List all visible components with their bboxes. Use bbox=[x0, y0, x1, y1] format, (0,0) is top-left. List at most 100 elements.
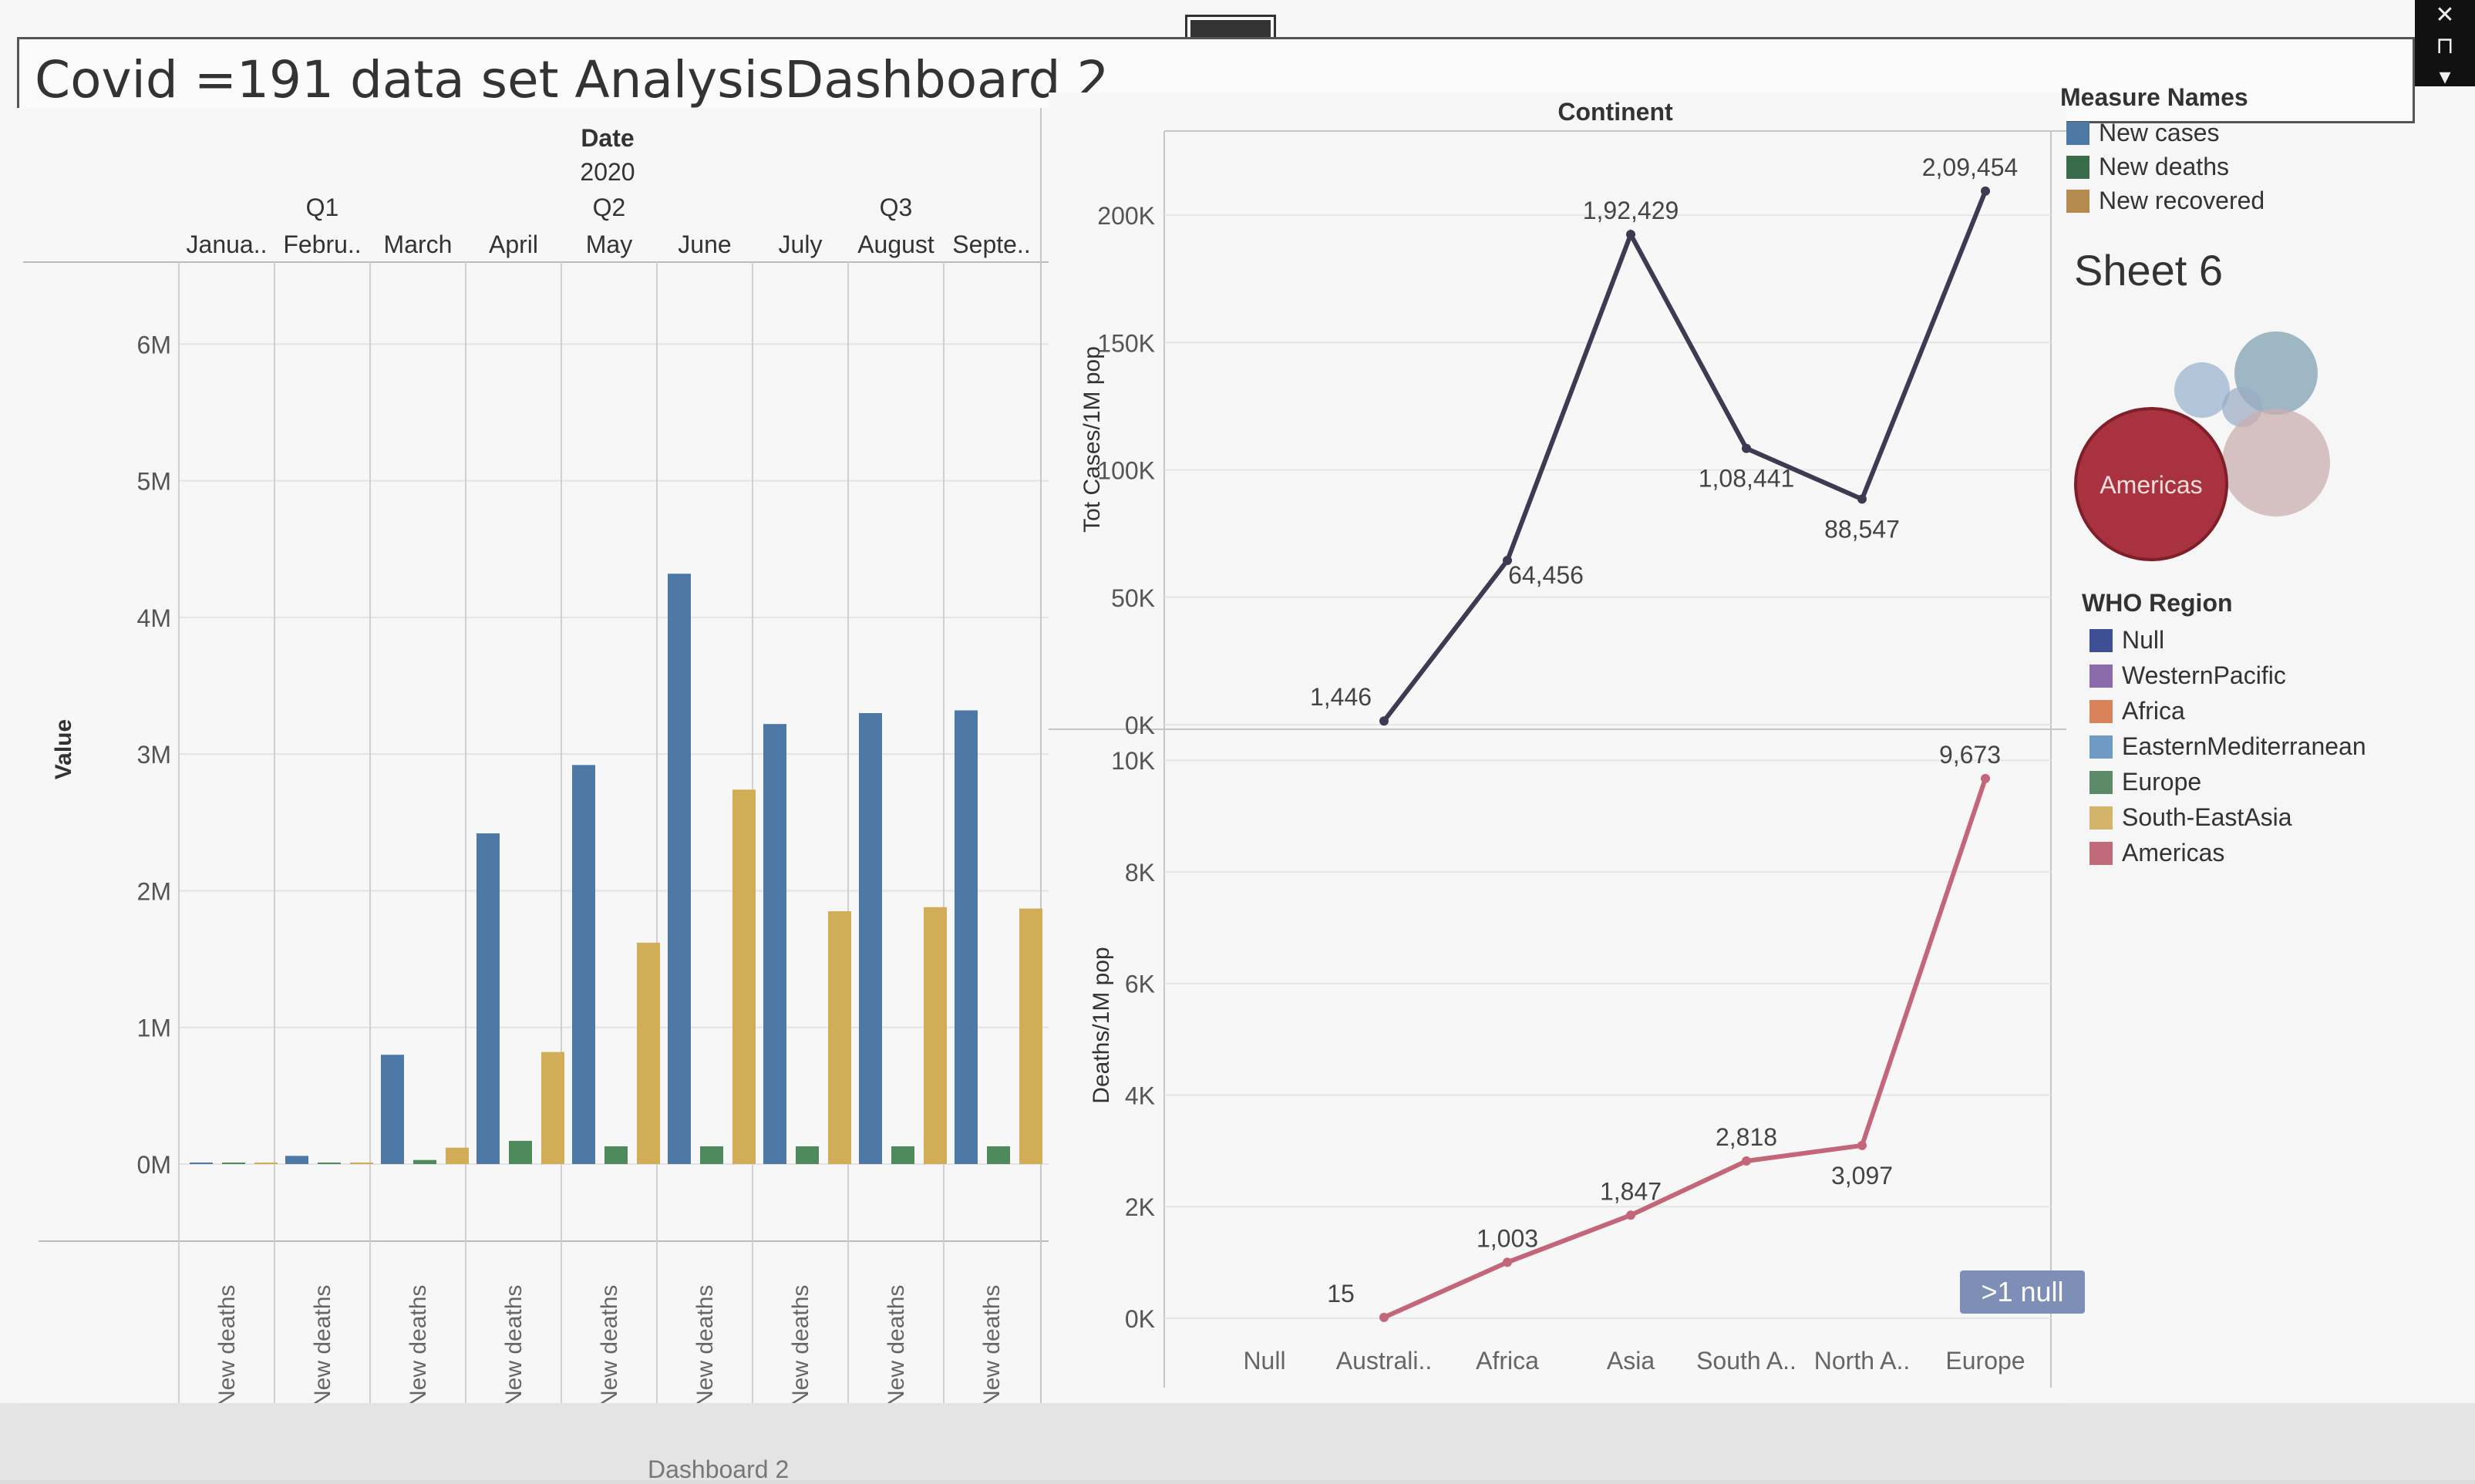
region-swatch[interactable] bbox=[2089, 771, 2113, 794]
bar-new-cases[interactable] bbox=[381, 1055, 404, 1164]
row-label-new-deaths: New deaths bbox=[597, 1285, 622, 1407]
bar-new-recovered[interactable] bbox=[732, 789, 756, 1164]
y-tick-label: 1M bbox=[137, 1015, 171, 1042]
page-title: Covid =191 data set AnalysisDashboard 2 bbox=[35, 50, 1110, 109]
region-swatch[interactable] bbox=[2089, 629, 2113, 652]
deaths-data-label: 3,097 bbox=[1831, 1162, 1893, 1190]
measure-names-title: Measure Names bbox=[2060, 83, 2248, 111]
measure-label[interactable]: New deaths bbox=[2099, 153, 2229, 181]
region-label[interactable]: Americas bbox=[2122, 839, 2224, 867]
region-swatch[interactable] bbox=[2089, 665, 2113, 688]
region-label[interactable]: EasternMediterranean bbox=[2122, 732, 2366, 761]
bar-new-cases[interactable] bbox=[668, 574, 691, 1164]
bubble-westernpacific[interactable] bbox=[2174, 362, 2230, 418]
pin-icon[interactable]: ✕ ⊓ ▾ bbox=[2415, 0, 2475, 89]
row-label-new-deaths: New deaths bbox=[692, 1285, 718, 1407]
bubble-chart: Americas bbox=[2074, 331, 2330, 561]
quarter-header: Q2 bbox=[593, 193, 626, 221]
deaths-y-tick: 0K bbox=[1125, 1305, 1155, 1333]
region-swatch[interactable] bbox=[2089, 735, 2113, 759]
continent-label: Asia bbox=[1607, 1347, 1655, 1375]
region-swatch[interactable] bbox=[2089, 842, 2113, 865]
bar-new-recovered[interactable] bbox=[637, 942, 660, 1164]
deaths-axis-label: Deaths/1M pop bbox=[1089, 947, 1114, 1103]
deaths-point[interactable] bbox=[1379, 1312, 1389, 1322]
cases-point[interactable] bbox=[1981, 186, 1990, 196]
y-tick-label: 5M bbox=[137, 468, 171, 496]
bar-new-cases[interactable] bbox=[859, 713, 882, 1164]
deaths-data-label: 15 bbox=[1327, 1280, 1355, 1307]
measure-swatch[interactable] bbox=[2066, 190, 2089, 213]
cases-point[interactable] bbox=[1379, 716, 1389, 726]
bar-new-deaths[interactable] bbox=[509, 1140, 532, 1164]
bubble-europe[interactable] bbox=[2222, 409, 2330, 517]
deaths-point[interactable] bbox=[1503, 1257, 1512, 1267]
tab-bar bbox=[0, 1403, 2475, 1480]
measure-swatch[interactable] bbox=[2066, 156, 2089, 179]
region-label[interactable]: Europe bbox=[2122, 768, 2201, 796]
bar-new-cases[interactable] bbox=[190, 1163, 213, 1164]
region-swatch[interactable] bbox=[2089, 806, 2113, 829]
row-label-new-deaths: New deaths bbox=[788, 1285, 813, 1407]
bar-new-recovered[interactable] bbox=[924, 907, 947, 1164]
bar-new-recovered[interactable] bbox=[541, 1052, 564, 1164]
measure-swatch[interactable] bbox=[2066, 122, 2089, 145]
deaths-data-label: 2,818 bbox=[1716, 1123, 1777, 1151]
bar-new-deaths[interactable] bbox=[604, 1146, 628, 1164]
region-swatch[interactable] bbox=[2089, 700, 2113, 723]
dashboard-tab[interactable]: Dashboard 2 bbox=[648, 1455, 789, 1484]
row-label-new-deaths: New deaths bbox=[406, 1285, 431, 1407]
month-header: Janua.. bbox=[187, 231, 268, 258]
bar-new-deaths[interactable] bbox=[318, 1163, 341, 1164]
bar-new-deaths[interactable] bbox=[700, 1146, 723, 1164]
cases-data-label: 88,547 bbox=[1824, 515, 1900, 543]
region-label[interactable]: Africa bbox=[2122, 697, 2185, 725]
cases-point[interactable] bbox=[1857, 494, 1867, 504]
deaths-data-label: 9,673 bbox=[1939, 741, 2001, 769]
region-label[interactable]: Null bbox=[2122, 626, 2164, 655]
bar-chart-background bbox=[17, 108, 1064, 1411]
bar-new-deaths[interactable] bbox=[222, 1163, 245, 1164]
deaths-point[interactable] bbox=[1626, 1210, 1635, 1220]
bar-new-recovered[interactable] bbox=[350, 1163, 373, 1164]
bar-new-recovered[interactable] bbox=[446, 1147, 469, 1164]
deaths-point[interactable] bbox=[1742, 1156, 1751, 1166]
month-header: Septe.. bbox=[952, 231, 1030, 258]
bar-new-cases[interactable] bbox=[285, 1156, 308, 1164]
bar-new-recovered[interactable] bbox=[1019, 908, 1042, 1165]
deaths-point[interactable] bbox=[1857, 1140, 1867, 1150]
bar-new-deaths[interactable] bbox=[987, 1146, 1010, 1164]
region-label[interactable]: South-EastAsia bbox=[2122, 803, 2292, 832]
region-label[interactable]: WesternPacific bbox=[2122, 661, 2286, 690]
bar-new-deaths[interactable] bbox=[796, 1146, 819, 1164]
deaths-data-label: 1,003 bbox=[1477, 1224, 1538, 1252]
y-tick-label: 2M bbox=[137, 877, 171, 905]
bar-new-cases[interactable] bbox=[763, 724, 786, 1164]
deaths-point[interactable] bbox=[1981, 773, 1990, 783]
cases-y-tick: 50K bbox=[1111, 584, 1155, 612]
continent-label: North A.. bbox=[1814, 1347, 1911, 1375]
bar-new-recovered[interactable] bbox=[254, 1163, 278, 1164]
cases-y-tick: 0K bbox=[1125, 712, 1155, 739]
month-header: Febru.. bbox=[283, 231, 361, 258]
bubble-americas-label: Americas bbox=[2100, 471, 2202, 499]
date-header: Date bbox=[581, 124, 634, 152]
cases-point[interactable] bbox=[1626, 230, 1635, 240]
bar-new-cases[interactable] bbox=[572, 765, 595, 1164]
measure-label[interactable]: New recovered bbox=[2099, 187, 2265, 215]
bar-new-recovered[interactable] bbox=[828, 911, 851, 1164]
month-header: June bbox=[678, 231, 731, 258]
continent-label: South A.. bbox=[1696, 1347, 1796, 1375]
bar-new-cases[interactable] bbox=[955, 710, 978, 1164]
deaths-y-tick: 8K bbox=[1125, 859, 1155, 887]
cases-data-label: 64,456 bbox=[1508, 561, 1584, 589]
cases-point[interactable] bbox=[1742, 443, 1751, 453]
bar-new-cases[interactable] bbox=[476, 833, 500, 1164]
bar-new-deaths[interactable] bbox=[413, 1159, 436, 1164]
measure-label[interactable]: New cases bbox=[2099, 119, 2220, 147]
y-tick-label: 6M bbox=[137, 331, 171, 358]
continent-header: Continent bbox=[1557, 98, 1673, 126]
continent-label: Australi.. bbox=[1336, 1347, 1432, 1375]
cases-y-tick: 100K bbox=[1097, 457, 1155, 485]
bar-new-deaths[interactable] bbox=[891, 1146, 914, 1164]
